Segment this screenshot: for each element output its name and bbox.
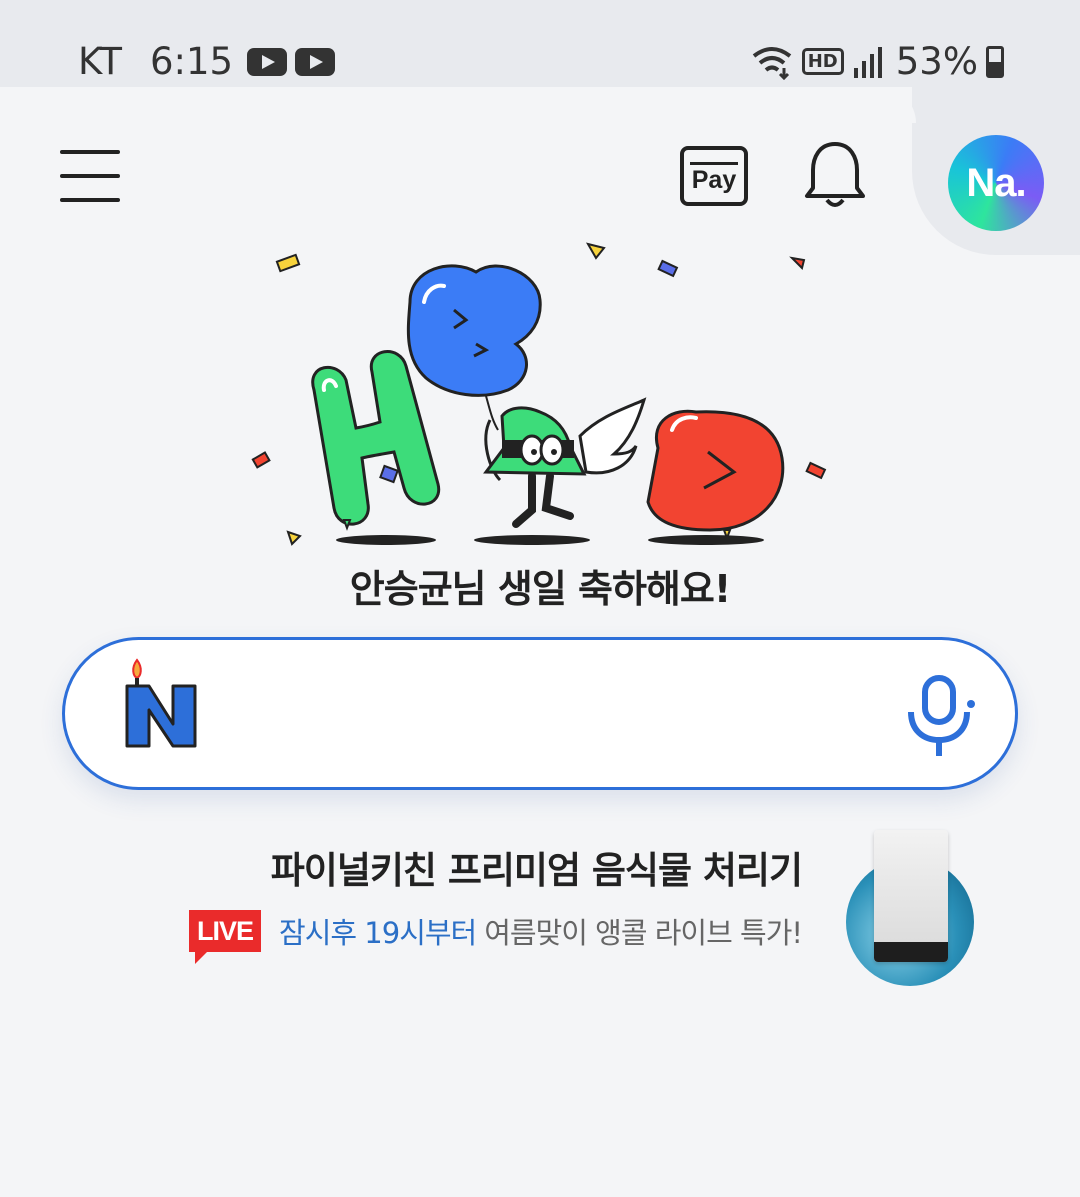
confetti — [379, 464, 399, 484]
carrier-label: KT — [78, 40, 122, 83]
menu-line — [60, 174, 120, 178]
signal-icon — [853, 46, 882, 78]
food-waste-disposer-image — [874, 830, 948, 962]
confetti — [286, 530, 302, 546]
balloon-h — [311, 350, 441, 531]
search-input[interactable] — [235, 680, 875, 750]
search-box[interactable] — [62, 637, 1018, 790]
confetti — [251, 451, 271, 469]
battery-percent: 53% — [895, 40, 978, 83]
promo-time: 잠시후 19시부터 — [279, 916, 477, 950]
confetti — [657, 259, 679, 278]
naver-account-logo[interactable]: Na. — [948, 135, 1044, 231]
battery-icon — [986, 45, 1004, 78]
live-badge: LIVE — [189, 910, 262, 964]
hamburger-menu-icon[interactable] — [60, 150, 120, 202]
clock: 6:15 — [150, 40, 234, 83]
bell-icon[interactable] — [803, 140, 867, 210]
birthday-illustration — [251, 242, 827, 546]
pay-label: Pay — [691, 165, 737, 194]
promo-subtitle[interactable]: LIVE 잠시후 19시부터 여름맞이 앵콜 라이브 특가! — [189, 910, 803, 964]
status-bar-left: KT 6:15 — [78, 40, 336, 83]
youtube-icon — [247, 47, 288, 76]
balloon-character — [483, 397, 647, 528]
microphone-icon[interactable] — [905, 674, 975, 760]
menu-line — [60, 150, 120, 154]
promo-description: 여름맞이 앵콜 라이브 특가! — [484, 916, 803, 950]
naver-candle-logo-icon[interactable] — [123, 654, 201, 754]
confetti — [275, 253, 301, 273]
balloon-d — [646, 409, 785, 541]
live-promo-card[interactable]: 파이널키친 프리미엄 음식물 처리기 LIVE 잠시후 19시부터 여름맞이 앵… — [0, 830, 1080, 990]
status-bar-right: HD 53% — [750, 40, 1004, 83]
hd-icon: HD — [801, 48, 844, 75]
shadow — [336, 535, 436, 545]
balloon-b — [406, 264, 542, 431]
pay-button[interactable]: Pay — [680, 146, 748, 206]
confetti — [789, 256, 806, 270]
youtube-icon — [295, 47, 336, 76]
birthday-greeting: 안승균님 생일 축하해요! — [349, 567, 731, 611]
confetti — [585, 242, 606, 260]
shadow — [648, 535, 764, 545]
confetti — [805, 461, 827, 480]
menu-line — [60, 198, 120, 202]
promo-title[interactable]: 파이널키친 프리미엄 음식물 처리기 — [271, 840, 803, 894]
shadow — [474, 535, 590, 545]
wifi-icon — [752, 46, 791, 80]
